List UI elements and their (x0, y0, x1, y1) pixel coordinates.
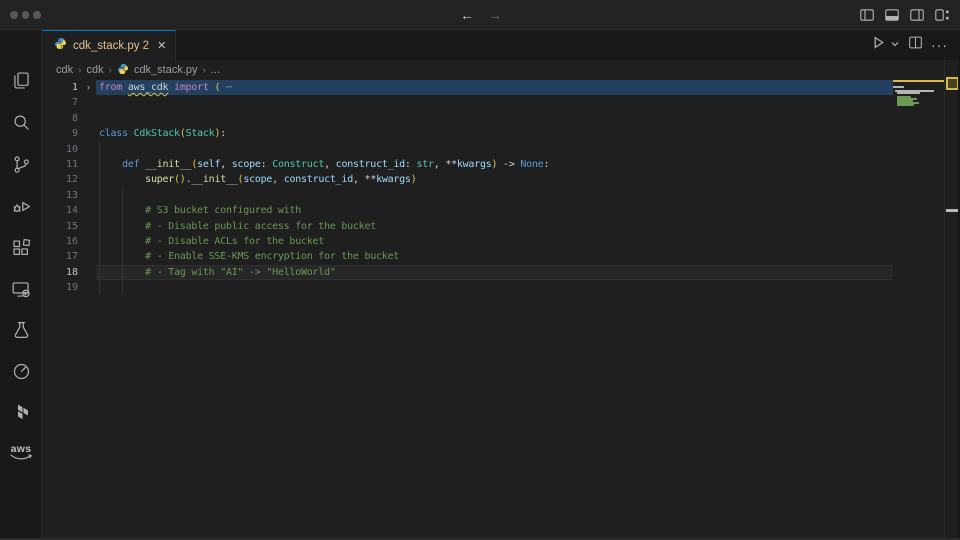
code-text: class CdkStack(Stack): (99, 126, 893, 141)
code-text: # - Disable public access for the bucket (99, 219, 893, 234)
code-line[interactable]: 12 super().__init__(scope, construct_id,… (42, 172, 893, 187)
line-number[interactable]: 7 (42, 95, 78, 110)
line-number[interactable]: 12 (42, 172, 78, 187)
indent-guide (99, 280, 100, 295)
run-and-debug-icon[interactable] (0, 186, 42, 226)
search-icon[interactable] (0, 102, 42, 142)
code-line[interactable]: 13 (42, 188, 893, 203)
traffic-lights[interactable] (10, 11, 41, 19)
timeline-icon[interactable] (0, 351, 42, 391)
minimap[interactable] (893, 80, 945, 140)
title-bar: ← → (0, 0, 960, 30)
code-line[interactable]: 19 (42, 280, 893, 295)
line-number[interactable]: 15 (42, 219, 78, 234)
toggle-primary-sidebar-icon[interactable] (859, 7, 875, 23)
terraform-icon[interactable] (0, 392, 42, 432)
code-line[interactable]: 10 (42, 142, 893, 157)
close-window-button[interactable] (10, 11, 18, 19)
code-text: super().__init__(scope, construct_id, **… (99, 172, 893, 187)
activity-bar: aws (0, 30, 42, 540)
tab-label: cdk_stack.py 2 (73, 40, 149, 52)
navigate-forward-button[interactable]: → (486, 7, 504, 23)
line-number[interactable]: 8 (42, 111, 78, 126)
chevron-right-icon: › (203, 65, 206, 76)
line-number[interactable]: 14 (42, 203, 78, 218)
code-line[interactable]: 16 # - Disable ACLs for the bucket (42, 234, 893, 249)
indent-guide (122, 188, 123, 203)
python-icon (54, 37, 67, 55)
line-number[interactable]: 19 (42, 280, 78, 295)
more-actions-icon[interactable]: ··· (931, 40, 948, 50)
minimap-line (893, 80, 945, 82)
code-line[interactable]: 15 # - Disable public access for the buc… (42, 219, 893, 234)
code-text: # - Enable SSE-KMS encryption for the bu… (99, 249, 893, 264)
navigate-back-button[interactable]: ← (458, 7, 476, 23)
zoom-window-button[interactable] (33, 11, 41, 19)
minimap-border (944, 60, 945, 540)
aws-icon[interactable]: aws (0, 433, 42, 473)
breadcrumb-folder[interactable]: cdk (86, 64, 103, 76)
source-control-icon[interactable] (0, 144, 42, 184)
run-python-file-button[interactable] (871, 35, 886, 55)
code-text: from aws_cdk import ( ⋯ (99, 80, 893, 95)
indent-guide (122, 280, 123, 295)
minimap-line (897, 104, 914, 106)
line-number[interactable]: 9 (42, 126, 78, 141)
breadcrumb: cdk › cdk › cdk_stack.py › ... (42, 60, 893, 80)
close-tab-icon[interactable]: ✕ (155, 39, 168, 52)
code-text: # - Disable ACLs for the bucket (99, 234, 893, 249)
line-number[interactable]: 11 (42, 157, 78, 172)
code-line[interactable]: 1›from aws_cdk import ( ⋯ (42, 80, 893, 95)
vscode-window: ← → (0, 0, 960, 540)
split-editor-icon[interactable] (908, 35, 923, 55)
code-line[interactable]: 7 (42, 95, 893, 110)
run-dropdown-chevron-icon[interactable] (890, 36, 900, 54)
breadcrumb-symbol[interactable]: ... (211, 64, 220, 76)
code-editor[interactable]: 1›from aws_cdk import ( ⋯789class CdkSta… (42, 80, 893, 295)
breadcrumb-file[interactable]: cdk_stack.py (134, 64, 198, 76)
breadcrumb-folder[interactable]: cdk (56, 64, 73, 76)
minimap-line (897, 92, 920, 94)
line-number[interactable]: 18 (42, 265, 78, 280)
customize-layout-icon[interactable] (934, 7, 950, 23)
remote-explorer-icon[interactable] (0, 269, 42, 309)
tab-cdk-stack-py[interactable]: cdk_stack.py 2 ✕ (42, 30, 176, 60)
explorer-icon[interactable] (0, 60, 42, 100)
chevron-right-icon: › (78, 65, 81, 76)
toggle-secondary-sidebar-icon[interactable] (909, 7, 925, 23)
minimize-window-button[interactable] (22, 11, 30, 19)
code-line[interactable]: 9 class CdkStack(Stack): (42, 126, 893, 141)
testing-beaker-icon[interactable] (0, 310, 42, 350)
line-number[interactable]: 13 (42, 188, 78, 203)
chevron-right-icon: › (109, 65, 112, 76)
minimap-line (893, 86, 904, 88)
line-number[interactable]: 16 (42, 234, 78, 249)
python-icon (117, 62, 129, 78)
toggle-panel-icon[interactable] (884, 7, 900, 23)
code-text: # S3 bucket configured with (99, 203, 893, 218)
code-line[interactable]: 18 # - Tag with "AI" -> "HelloWorld" (42, 265, 893, 280)
tab-bar: cdk_stack.py 2 ✕ ··· (42, 30, 960, 60)
code-text: def __init__(self, scope: Construct, con… (99, 157, 893, 172)
extensions-icon[interactable] (0, 228, 42, 268)
code-line[interactable]: 17 # - Enable SSE-KMS encryption for the… (42, 249, 893, 264)
code-text: # - Tag with "AI" -> "HelloWorld" (99, 265, 893, 280)
line-number[interactable]: 17 (42, 249, 78, 264)
indent-guide (99, 188, 100, 203)
code-line[interactable]: 8 (42, 111, 893, 126)
indent-guide (99, 142, 100, 157)
code-line[interactable]: 11 def __init__(self, scope: Construct, … (42, 157, 893, 172)
code-line[interactable]: 14 # S3 bucket configured with (42, 203, 893, 218)
line-number[interactable]: 10 (42, 142, 78, 157)
fold-chevron-icon[interactable]: › (81, 80, 96, 95)
line-number[interactable]: 1 (42, 80, 78, 95)
